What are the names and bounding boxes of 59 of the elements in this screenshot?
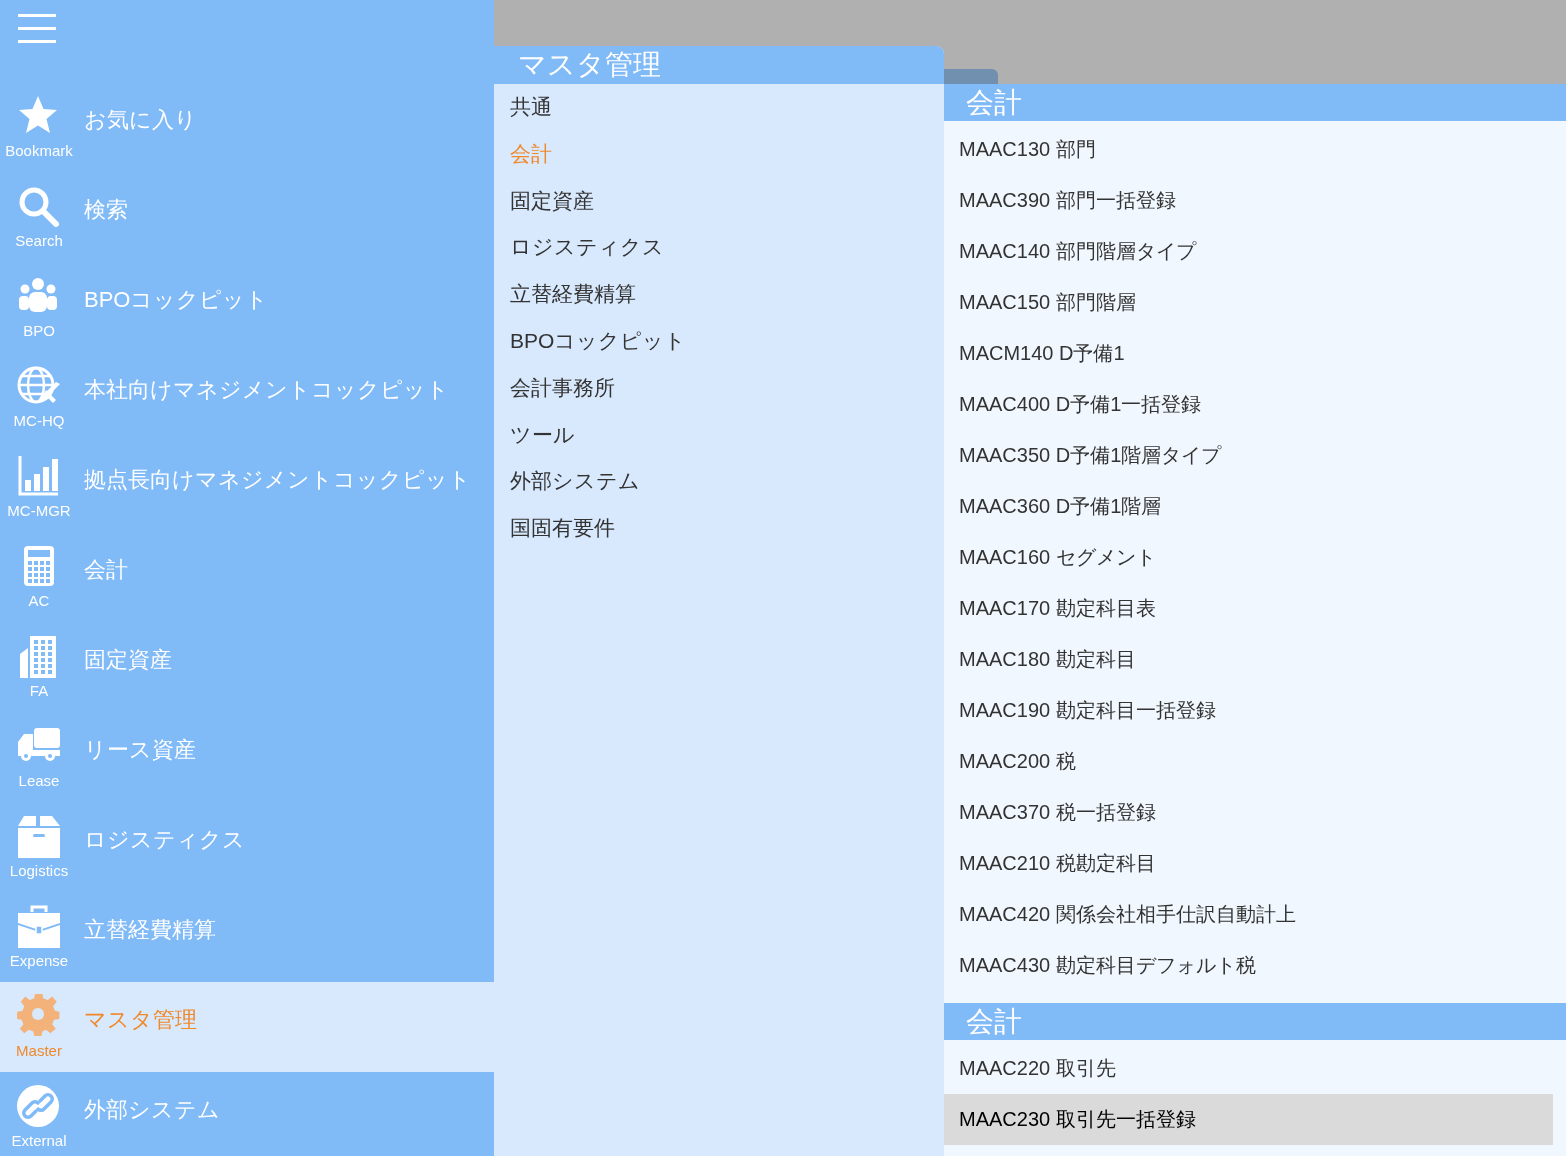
menu-link[interactable]: MAAC140 部門階層タイプ — [944, 226, 1553, 277]
sidebar-short-label: MC-MGR — [7, 502, 71, 520]
menu-link[interactable]: MAAC160 セグメント — [944, 532, 1553, 583]
sidebar-short-label: MC-HQ — [13, 412, 65, 430]
menu-item[interactable]: 国固有要件 — [494, 505, 944, 552]
sidebar-label: お気に入り — [84, 106, 197, 134]
sidebar-short-label: FA — [29, 682, 49, 700]
menu-link[interactable]: MAAC350 D予備1階層タイプ — [944, 430, 1553, 481]
panel-title: マスタ管理 — [494, 46, 944, 84]
menu-link[interactable]: MAAC390 部門一括登録 — [944, 175, 1553, 226]
sidebar-short-label: Bookmark — [5, 142, 73, 160]
section-header: 会計 — [944, 84, 1566, 121]
menu-item[interactable]: ロジスティクス — [494, 224, 944, 272]
menu-item[interactable]: 会計事務所 — [494, 364, 944, 412]
sidebar-short-label: Logistics — [9, 862, 69, 880]
sidebar-short-label: Lease — [18, 772, 60, 790]
menu-link[interactable]: MAAC130 部門 — [944, 124, 1553, 175]
menu-link[interactable]: MAAC370 税一括登録 — [944, 787, 1553, 838]
sidebar-short-label: AC — [28, 592, 50, 610]
menu-link[interactable]: MAAC400 D予備1一括登録 — [944, 379, 1553, 430]
menu-item[interactable]: 固定資産 — [494, 177, 944, 225]
sidebar-short-label: Master — [16, 1042, 62, 1060]
menu-item[interactable]: 外部システム — [494, 458, 944, 506]
menu-link[interactable]: MAAC170 勘定科目表 — [944, 583, 1553, 634]
sidebar-label: マスタ管理 — [84, 1006, 197, 1034]
sidebar-label: リース資産 — [84, 736, 196, 764]
sidebar-label: 固定資産 — [84, 646, 172, 674]
menu-link[interactable]: MAAC230 取引先一括登録 — [944, 1094, 1553, 1145]
sidebar-short-label: Search — [15, 232, 63, 250]
box-icon — [16, 814, 62, 860]
sidebar-short-label: Expense — [9, 952, 69, 970]
section-header: 会計 — [944, 1003, 1566, 1040]
sidebar-label: 本社向けマネジメントコックピット — [84, 376, 449, 404]
menu-link[interactable]: MAAC420 関係会社相手仕訳自動計上 — [944, 889, 1553, 940]
menu-item[interactable]: BPOコックピット — [494, 318, 944, 365]
sidebar-label: 立替経費精算 — [84, 916, 216, 944]
menu-link[interactable]: MAAC210 税勘定科目 — [944, 838, 1553, 889]
sidebar-label: 外部システム — [84, 1096, 220, 1124]
sidebar-label: 会計 — [84, 556, 128, 584]
menu-link[interactable]: MAAC200 税 — [944, 736, 1553, 787]
briefcase-icon — [16, 904, 62, 950]
sidebar-label: 拠点長向けマネジメントコックピット — [84, 466, 471, 494]
sidebar-label: ロジスティクス — [84, 826, 245, 854]
menu-link[interactable]: MAAC220 取引先 — [944, 1043, 1553, 1094]
sidebar-short-label: BPO — [23, 322, 55, 340]
link-icon — [16, 1084, 62, 1130]
menu-link[interactable]: MAAC360 D予備1階層 — [944, 481, 1553, 532]
menu-item[interactable]: 立替経費精算 — [494, 271, 944, 318]
menu-link[interactable]: MACM140 D予備1 — [944, 328, 1553, 379]
menu-link[interactable]: MAAC190 勘定科目一括登録 — [944, 685, 1553, 736]
menu-link[interactable]: MAAC180 勘定科目 — [944, 634, 1553, 685]
menu-item[interactable]: 共通 — [494, 84, 944, 131]
sidebar-label: 検索 — [84, 196, 128, 224]
menu-link[interactable]: MAAC430 勘定科目デフォルト税 — [944, 940, 1553, 991]
menu-icon[interactable] — [18, 14, 56, 44]
sidebar-short-label: External — [11, 1132, 67, 1150]
menu-item[interactable]: ツール — [494, 411, 944, 459]
sidebar-label: BPOコックピット — [84, 286, 269, 314]
menu-link[interactable]: MAAC150 部門階層 — [944, 277, 1553, 328]
